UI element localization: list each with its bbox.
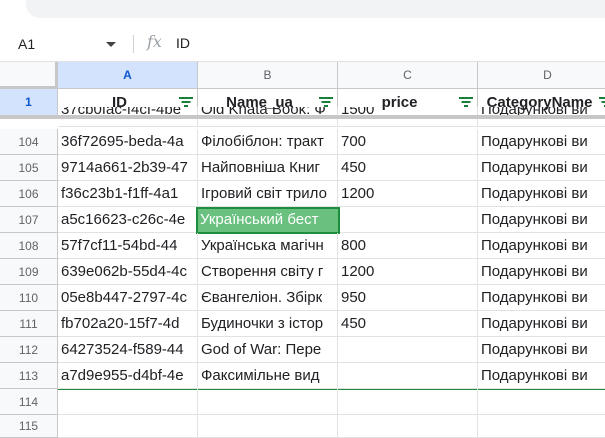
name-box-value: A1 — [18, 36, 36, 52]
chevron-down-icon[interactable] — [106, 41, 116, 47]
table-cell[interactable]: 450 — [338, 155, 478, 181]
empty-cell[interactable] — [478, 389, 605, 415]
table-cell[interactable]: 9714a661-2b39-47 — [58, 155, 198, 181]
table-cell[interactable]: God of War: Пере — [198, 337, 338, 363]
filter-icon[interactable] — [459, 97, 473, 107]
formula-bar: A1 fx ID — [0, 27, 605, 62]
table-cell[interactable]: Подарункові ви — [478, 311, 605, 337]
column-header-a[interactable]: A — [58, 62, 198, 89]
table-cell[interactable]: 950 — [338, 285, 478, 311]
table-cell[interactable]: 639e062b-55d4-4c — [58, 259, 198, 285]
row-header[interactable]: 107 — [0, 207, 58, 233]
row-header[interactable]: 112 — [0, 337, 58, 363]
table-cell[interactable]: 64273524-f589-44 — [58, 337, 198, 363]
table-cell[interactable]: 1200 — [338, 181, 478, 207]
toolbar-area — [0, 0, 605, 27]
table-cell[interactable]: Подарункові ви — [478, 181, 605, 207]
table-cell[interactable] — [338, 337, 478, 363]
empty-cell[interactable] — [198, 389, 338, 415]
table-cell[interactable]: a7d9e955-d4bf-4e — [58, 363, 198, 389]
column-header-c[interactable]: C — [338, 62, 478, 89]
filter-icon[interactable] — [599, 97, 605, 107]
table-cell[interactable]: f36c23b1-f1ff-4a1 — [58, 181, 198, 207]
table-cell[interactable]: Подарункові ви — [478, 207, 605, 233]
row-header[interactable]: 111 — [0, 311, 58, 337]
row-header[interactable]: 113 — [0, 363, 58, 389]
filter-icon[interactable] — [319, 97, 333, 107]
table-cell[interactable]: Подарункові ви — [478, 155, 605, 181]
table-cell[interactable]: Подарункові ви — [478, 233, 605, 259]
table-cell[interactable]: 1200 — [338, 259, 478, 285]
row-header[interactable]: 114 — [0, 389, 58, 415]
table-cell[interactable] — [340, 207, 478, 233]
formula-input[interactable]: ID — [176, 35, 190, 51]
row-header[interactable]: 108 — [0, 233, 58, 259]
table-cell[interactable]: Подарункові ви — [478, 337, 605, 363]
table-cell[interactable] — [338, 363, 478, 389]
row-header[interactable]: 109 — [0, 259, 58, 285]
row-header[interactable]: 106 — [0, 181, 58, 207]
row-header[interactable]: 110 — [0, 285, 58, 311]
row-header[interactable]: 115 — [0, 415, 58, 438]
column-header-b[interactable]: B — [198, 62, 338, 89]
table-cell[interactable]: Ігровий світ трило — [198, 181, 338, 207]
empty-cell[interactable] — [478, 415, 605, 438]
selected-cell[interactable]: Український бест — [196, 207, 340, 234]
table-cell[interactable]: Подарункові ви — [478, 129, 605, 155]
table-cell[interactable]: 700 — [338, 129, 478, 155]
divider — [133, 35, 134, 53]
column-header-d[interactable]: D — [478, 62, 605, 89]
table-cell[interactable]: a5c16623-c26c-4e — [58, 207, 198, 233]
empty-cell[interactable] — [198, 415, 338, 438]
table-cell[interactable]: 36f72695-beda-4a — [58, 129, 198, 155]
empty-cell[interactable] — [338, 415, 478, 438]
table-cell[interactable]: Подарункові ви — [478, 285, 605, 311]
table-cell[interactable]: 05e8b447-2797-4c — [58, 285, 198, 311]
table-cell[interactable]: Створення світу г — [198, 259, 338, 285]
table-cell[interactable]: Подарункові ви — [478, 259, 605, 285]
table-cell[interactable]: 450 — [338, 311, 478, 337]
table-cell[interactable]: Факсимільне вид — [198, 363, 338, 389]
filter-icon[interactable] — [179, 97, 193, 107]
table-cell[interactable]: Євангеліон. Збірк — [198, 285, 338, 311]
freeze-divider[interactable] — [0, 115, 605, 119]
row-header[interactable]: 105 — [0, 155, 58, 181]
table-cell[interactable]: Найповніша Книг — [198, 155, 338, 181]
row-header-1[interactable]: 1 — [0, 89, 58, 116]
table-cell[interactable]: fb702a20-15f7-4d — [58, 311, 198, 337]
row-header[interactable]: 104 — [0, 129, 58, 155]
table-cell[interactable]: 57f7cf11-54bd-44 — [58, 233, 198, 259]
empty-cell[interactable] — [338, 389, 478, 415]
empty-cell[interactable] — [58, 389, 198, 415]
table-cell[interactable]: 800 — [338, 233, 478, 259]
toolbar-pill — [26, 0, 605, 18]
select-all-corner[interactable] — [0, 62, 58, 89]
table-cell[interactable]: Подарункові ви — [478, 363, 605, 389]
table-cell[interactable]: Будиночки з істор — [198, 311, 338, 337]
table-cell[interactable]: Філобіблон: тракт — [198, 129, 338, 155]
fx-icon: fx — [147, 32, 162, 51]
table-cell[interactable]: Українська магічн — [198, 233, 338, 259]
name-box[interactable]: A1 — [10, 33, 122, 55]
empty-cell[interactable] — [58, 415, 198, 438]
